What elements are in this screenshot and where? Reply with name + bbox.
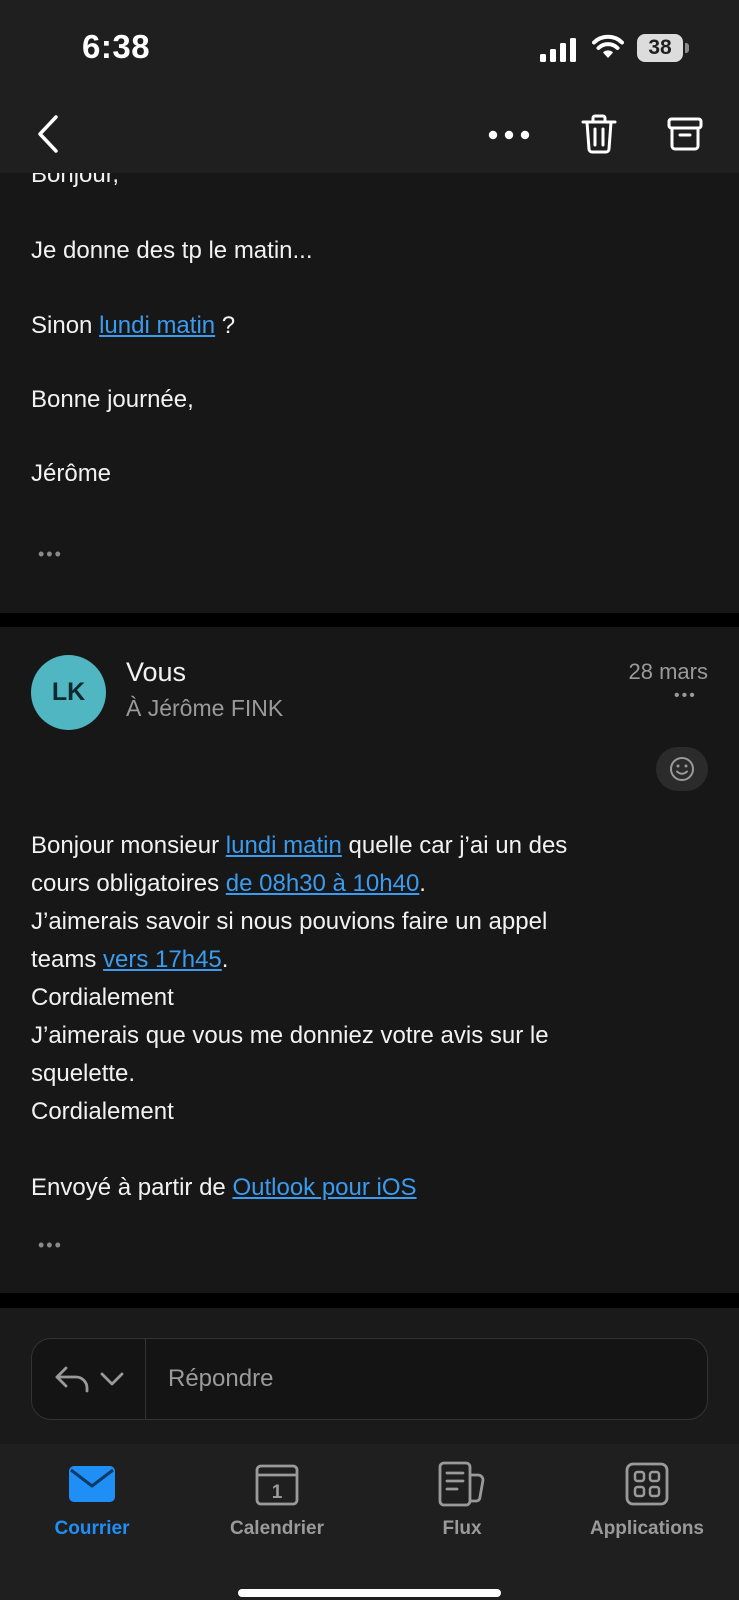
calendar-icon: 1 [255, 1464, 299, 1506]
mail-icon [69, 1466, 115, 1502]
reaction-button[interactable] [656, 747, 708, 791]
sender-name: Vous [126, 657, 187, 687]
body-line: J’aimerais que vous me donniez votre avi… [31, 1022, 549, 1049]
date-link[interactable]: lundi matin [226, 832, 342, 859]
apps-grid-icon [625, 1462, 669, 1506]
outlook-link[interactable]: Outlook pour iOS [232, 1174, 416, 1201]
divider [0, 1293, 739, 1308]
more-options-button[interactable] [484, 115, 534, 155]
battery-icon: 38 [637, 34, 689, 62]
message-signature: Jérôme [31, 460, 112, 487]
time-link[interactable]: vers 17h45 [103, 946, 222, 973]
recipient-line[interactable]: À Jérôme FINK [126, 695, 283, 722]
message-body: Bonjour monsieur lundi matin quelle car … [31, 827, 711, 1207]
show-quoted-button[interactable]: ••• [38, 544, 63, 565]
body-spacer [31, 1131, 711, 1169]
reply-area: Répondre [0, 1308, 739, 1444]
chevron-left-icon [38, 115, 58, 153]
archive-button[interactable] [662, 107, 708, 161]
tab-courrier[interactable]: Courrier [17, 1456, 167, 1556]
body-line: cours obligatoires de 08h30 à 10h40. [31, 870, 426, 897]
back-button[interactable] [28, 109, 68, 159]
trash-icon [581, 114, 617, 154]
cellular-signal-icon [540, 38, 576, 62]
body-line: Cordialement [31, 984, 174, 1011]
message-greeting: Bonjour, [31, 173, 120, 188]
message-more-button[interactable]: ••• [674, 687, 708, 707]
status-time: 6:38 [82, 28, 151, 65]
status-bar: 6:38 38 [0, 0, 739, 95]
calendar-day: 1 [272, 1482, 283, 1503]
reply-input[interactable]: Répondre [168, 1365, 273, 1393]
body-line: teams vers 17h45. [31, 946, 229, 973]
tab-label: Calendrier [230, 1518, 324, 1539]
message-line: Je donne des tp le matin... [31, 237, 313, 264]
message-closing: Bonne journée, [31, 386, 194, 413]
wifi-icon [592, 34, 624, 58]
tab-label: Applications [589, 1518, 704, 1539]
home-indicator[interactable] [238, 1589, 501, 1597]
body-line: Bonjour monsieur lundi matin quelle car … [31, 832, 568, 859]
avatar[interactable]: LK [31, 655, 106, 730]
show-quoted-button[interactable]: ••• [38, 1235, 63, 1256]
reply-options-button[interactable] [32, 1339, 146, 1419]
tab-label: Courrier [54, 1518, 130, 1539]
message-line: Sinon lundi matin ? [31, 312, 236, 339]
date-link[interactable]: lundi matin [99, 312, 215, 339]
tab-label: Flux [442, 1518, 482, 1539]
archive-icon [667, 117, 703, 151]
time-range-link[interactable]: de 08h30 à 10h40 [226, 870, 420, 897]
reply-arrow-icon [55, 1366, 88, 1393]
nav-bar [0, 95, 739, 173]
body-line: Cordialement [31, 1098, 174, 1125]
body-signature: Envoyé à partir de Outlook pour iOS [31, 1174, 417, 1201]
smiley-icon [670, 757, 694, 781]
battery-level: 38 [648, 36, 672, 59]
tab-bar: Courrier 1 Calendrier Flux Applications [0, 1444, 739, 1600]
tab-flux[interactable]: Flux [387, 1456, 537, 1556]
message-card-vous: LK Vous À Jérôme FINK 28 mars ••• Bonjou… [0, 627, 739, 1293]
tab-calendrier[interactable]: 1 Calendrier [202, 1456, 352, 1556]
body-line: J’aimerais savoir si nous pouvions faire… [31, 908, 548, 935]
delete-button[interactable] [576, 107, 622, 161]
reply-box[interactable]: Répondre [31, 1338, 708, 1420]
message-date: 28 mars [628, 659, 708, 684]
tab-applications[interactable]: Applications [572, 1456, 722, 1556]
feed-icon [438, 1461, 485, 1507]
ellipsis-icon [488, 130, 530, 140]
divider [0, 613, 739, 627]
message-card-jerome: Bonjour, Je donne des tp le matin... Sin… [0, 173, 739, 613]
chevron-down-icon [100, 1372, 123, 1386]
body-line: squelette. [31, 1060, 136, 1087]
